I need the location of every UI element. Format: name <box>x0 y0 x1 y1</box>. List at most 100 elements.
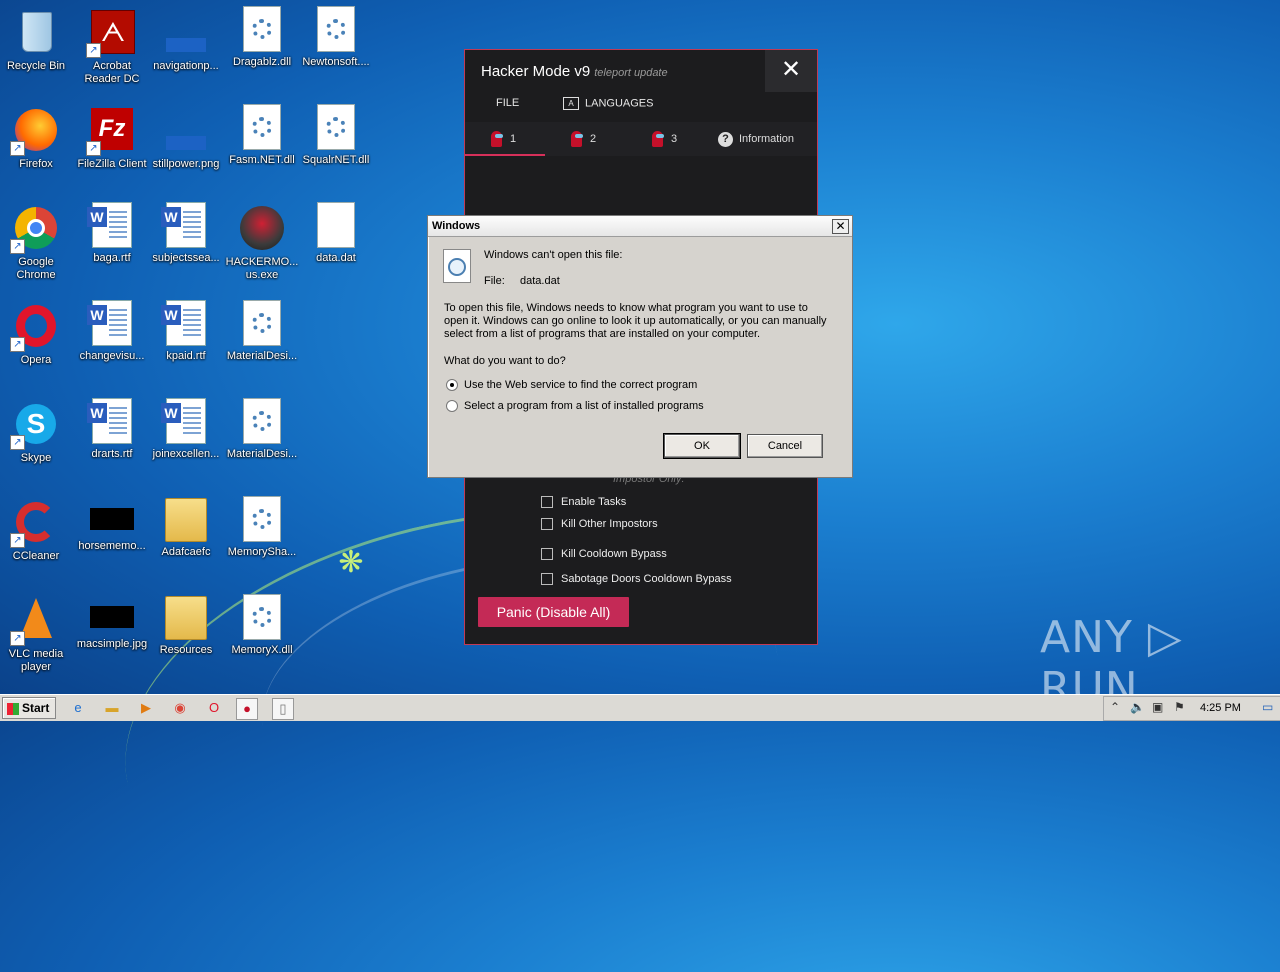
radio-button[interactable] <box>446 400 458 413</box>
tab-2[interactable]: 2 <box>571 122 596 156</box>
dialog-titlebar[interactable]: Windows ✕ <box>428 216 852 237</box>
network-icon[interactable]: ▣ <box>1152 700 1163 714</box>
desktop-icon-squalrnet[interactable]: SqualrNET.dll <box>298 102 374 192</box>
opera-icon[interactable]: O <box>204 698 224 718</box>
ok-button[interactable]: OK <box>663 433 741 459</box>
show-hidden-icons-icon[interactable]: ⌃ <box>1110 700 1120 714</box>
windows-logo-icon <box>7 702 19 715</box>
desktop-icon-adafcaefc[interactable]: Adafcaefc <box>148 494 224 584</box>
dll-file-icon <box>243 496 281 542</box>
desktop-icon-firefox[interactable]: ↗ Firefox <box>0 102 74 192</box>
checkbox-box[interactable] <box>541 573 553 586</box>
checkbox-box[interactable] <box>541 548 553 561</box>
desktop-icon-changevisu[interactable]: W changevisu... <box>74 298 150 388</box>
desktop-icon-label: MemorySha... <box>227 546 297 558</box>
checkbox-box[interactable] <box>541 518 553 531</box>
wallpaper-leaf-icon: ❋ <box>338 546 364 579</box>
checkbox-enable-tasks[interactable]: Enable Tasks <box>541 496 626 509</box>
tab-3[interactable]: 3 <box>652 122 677 156</box>
dll-file-icon <box>243 6 281 52</box>
desktop-icon-label: Fasm.NET.dll <box>229 154 295 166</box>
start-button[interactable]: Start <box>2 697 56 719</box>
opera-icon: ↗ <box>10 302 60 352</box>
close-icon[interactable]: ✕ <box>832 219 849 234</box>
crewmate-icon <box>652 131 664 148</box>
media-player-icon[interactable]: ▶ <box>136 698 156 718</box>
checkbox-box[interactable] <box>541 496 553 509</box>
desktop-icon-macsimple[interactable]: macsimple.jpg <box>74 592 150 682</box>
close-icon[interactable]: ✕ <box>765 50 817 92</box>
crewmate-icon <box>571 131 583 148</box>
desktop-icon-label: Skype <box>20 452 52 464</box>
desktop-icon-filezilla[interactable]: Fz ↗ FileZilla Client <box>74 102 150 192</box>
desktop-icon-joinexcellen[interactable]: W joinexcellen... <box>148 396 224 486</box>
image-thumbnail-icon <box>162 106 210 154</box>
explorer-folder-icon[interactable]: ▬ <box>102 698 122 718</box>
action-center-flag-icon[interactable]: ⚑ <box>1174 700 1185 714</box>
desktop-icon-label: Opera <box>20 354 52 366</box>
desktop-icon-stillpower[interactable]: stillpower.png <box>148 102 224 192</box>
dll-file-icon <box>243 398 281 444</box>
radio-installed-programs[interactable]: Select a program from a list of installe… <box>446 400 704 413</box>
desktop-icon-chrome[interactable]: ↗ Google Chrome <box>0 200 74 290</box>
firefox-icon: ↗ <box>10 106 60 156</box>
hacker-mode-taskbar-icon[interactable]: ● <box>236 698 258 720</box>
desktop-icon-materialdesi-1[interactable]: MaterialDesi... <box>224 298 300 388</box>
cancel-button[interactable]: Cancel <box>747 434 823 458</box>
desktop-icon-label: SqualrNET.dll <box>302 154 370 166</box>
desktop-icon-skype[interactable]: S ↗ Skype <box>0 396 74 486</box>
tab-information[interactable]: ? Information <box>718 122 794 156</box>
tab-label: 1 <box>510 133 517 145</box>
document-taskbar-icon[interactable]: ▯ <box>272 698 294 720</box>
checkbox-kill-other-impostors[interactable]: Kill Other Impostors <box>541 518 658 531</box>
checkbox-label: Kill Cooldown Bypass <box>561 548 667 560</box>
desktop-icon-label: Dragablz.dll <box>232 56 292 68</box>
radio-web-service[interactable]: Use the Web service to find the correct … <box>446 379 697 392</box>
desktop-icon-baga-rtf[interactable]: W baga.rtf <box>74 200 150 290</box>
clock[interactable]: 4:25 PM <box>1200 702 1241 714</box>
desktop-icon-ccleaner[interactable]: ↗ CCleaner <box>0 494 74 584</box>
taskbar: Start e ▬ ▶ ◉ O ● ▯ ⌃ 🔈 ▣ ⚑ 4:25 PM ▭ <box>0 694 1280 721</box>
volume-icon[interactable]: 🔈 <box>1130 700 1145 714</box>
tab-1[interactable]: 1 <box>491 122 516 156</box>
desktop-icon-label: subjectssea... <box>152 252 220 264</box>
desktop-icon-label: Newtonsoft.... <box>302 56 370 68</box>
desktop-icon-vlc[interactable]: ↗ VLC media player <box>0 592 74 682</box>
desktop-icon-opera[interactable]: ↗ Opera <box>0 298 74 388</box>
internet-explorer-icon[interactable]: e <box>68 698 88 718</box>
desktop-icon-fasm[interactable]: Fasm.NET.dll <box>224 102 300 192</box>
menu-file[interactable]: FILE <box>496 97 519 109</box>
file-label: File: <box>484 275 505 287</box>
desktop-icon-kpaid-rtf[interactable]: W kpaid.rtf <box>148 298 224 388</box>
desktop-icon-horsememo[interactable]: horsememo... <box>74 494 150 584</box>
desktop-icon-acrobat[interactable]: ᗅ ↗ Acrobat Reader DC <box>74 4 150 94</box>
desktop-icon-memorysha[interactable]: MemorySha... <box>224 494 300 584</box>
desktop-icon-memoryx[interactable]: MemoryX.dll <box>224 592 300 682</box>
desktop-icon-label: drarts.rtf <box>91 448 133 460</box>
desktop-icon-materialdesi-2[interactable]: MaterialDesi... <box>224 396 300 486</box>
menu-languages[interactable]: A LANGUAGES <box>563 97 653 110</box>
desktop-icon-dragablz[interactable]: Dragablz.dll <box>224 4 300 94</box>
radio-button[interactable] <box>446 379 458 392</box>
show-desktop-icon[interactable]: ▭ <box>1262 700 1273 714</box>
desktop-icon-recycle-bin[interactable]: Recycle Bin <box>0 4 74 94</box>
checkbox-sabotage-doors[interactable]: Sabotage Doors Cooldown Bypass <box>541 573 732 586</box>
desktop-icon-resources[interactable]: Resources <box>148 592 224 682</box>
panic-button[interactable]: Panic (Disable All) <box>478 597 629 627</box>
folder-icon <box>165 498 207 542</box>
desktop-icon-label: stillpower.png <box>152 158 220 170</box>
desktop-icon-subjectssea[interactable]: W subjectssea... <box>148 200 224 290</box>
desktop-icon-drarts-rtf[interactable]: W drarts.rtf <box>74 396 150 486</box>
desktop-icon-navigationp[interactable]: navigationp... <box>148 4 224 94</box>
desktop-icon-label: MemoryX.dll <box>231 644 293 656</box>
file-search-icon <box>443 249 471 283</box>
ccleaner-icon: ↗ <box>10 498 60 548</box>
desktop-icon-hackermode-exe[interactable]: HACKERMO... us.exe <box>224 200 300 290</box>
desktop-icon-label: Firefox <box>19 158 53 170</box>
word-document-icon: W <box>161 202 206 248</box>
desktop-icon-newtonsoft[interactable]: Newtonsoft.... <box>298 4 374 94</box>
recycle-bin-icon <box>12 8 60 56</box>
checkbox-kill-cooldown-bypass[interactable]: Kill Cooldown Bypass <box>541 548 667 561</box>
desktop-icon-data-dat[interactable]: data.dat <box>298 200 374 290</box>
chrome-icon[interactable]: ◉ <box>170 698 190 718</box>
